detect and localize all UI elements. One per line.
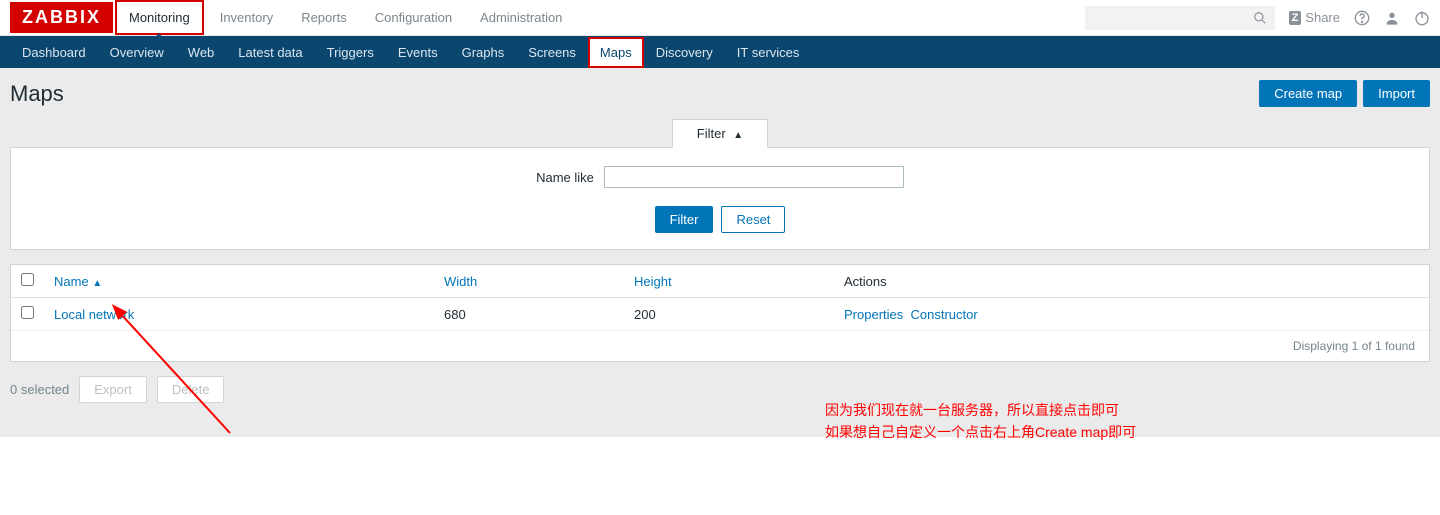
annotation-text: 因为我们现在就一台服务器，所以直接点击即可 如果想自己自定义一个点击右上角Cre…: [825, 399, 1136, 443]
create-map-button[interactable]: Create map: [1259, 80, 1357, 107]
subnav-web[interactable]: Web: [176, 37, 227, 68]
filter-name-input[interactable]: [604, 166, 904, 188]
maps-table: Name ▲ Width Height Actions Local networ…: [10, 264, 1430, 362]
help-icon[interactable]: [1354, 10, 1370, 26]
subnav-triggers[interactable]: Triggers: [315, 37, 386, 68]
export-button: Export: [79, 376, 147, 403]
properties-link[interactable]: Properties: [844, 307, 903, 322]
table-footer: Displaying 1 of 1 found: [11, 331, 1429, 361]
filter-collapse-icon: ▲: [733, 130, 743, 141]
col-width-header[interactable]: Width: [444, 274, 477, 289]
import-button[interactable]: Import: [1363, 80, 1430, 107]
filter-body: Name like Filter Reset: [10, 147, 1430, 250]
map-width: 680: [434, 298, 624, 331]
subnav-it-services[interactable]: IT services: [725, 37, 812, 68]
search-input[interactable]: [1085, 6, 1275, 30]
filter-tab[interactable]: Filter ▲: [672, 119, 768, 148]
delete-button: Delete: [157, 376, 225, 403]
page-title: Maps: [10, 81, 64, 107]
col-height-header[interactable]: Height: [634, 274, 672, 289]
table-header-row: Name ▲ Width Height Actions: [11, 265, 1429, 298]
bulk-actions: 0 selected Export Delete: [10, 362, 1430, 417]
map-height: 200: [624, 298, 834, 331]
top-right: ZShare: [1085, 6, 1440, 30]
constructor-link[interactable]: Constructor: [910, 307, 977, 322]
subnav-screens[interactable]: Screens: [516, 37, 588, 68]
page-header: Maps Create map Import: [0, 68, 1440, 119]
select-all-checkbox[interactable]: [21, 273, 34, 286]
topnav-inventory[interactable]: Inventory: [206, 0, 287, 35]
filter-name-label: Name like: [536, 170, 594, 185]
user-icon[interactable]: [1384, 10, 1400, 26]
subnav-maps[interactable]: Maps: [588, 37, 644, 68]
subnav-discovery[interactable]: Discovery: [644, 37, 725, 68]
top-nav-items: Monitoring Inventory Reports Configurati…: [113, 0, 576, 35]
top-nav: ZABBIX Monitoring Inventory Reports Conf…: [0, 0, 1440, 36]
col-actions-header: Actions: [844, 274, 887, 289]
reset-button[interactable]: Reset: [721, 206, 785, 233]
subnav-dashboard[interactable]: Dashboard: [10, 37, 98, 68]
logo: ZABBIX: [10, 2, 113, 33]
share-link[interactable]: ZShare: [1289, 10, 1340, 25]
selected-count: 0 selected: [10, 382, 69, 397]
row-checkbox[interactable]: [21, 306, 34, 319]
subnav-events[interactable]: Events: [386, 37, 450, 68]
col-name-header[interactable]: Name ▲: [54, 274, 102, 289]
filter-panel: Filter ▲ Name like Filter Reset: [10, 119, 1430, 250]
filter-tab-label: Filter: [697, 126, 726, 141]
table-row: Local network 680 200 Properties Constru…: [11, 298, 1429, 331]
subnav-graphs[interactable]: Graphs: [450, 37, 517, 68]
map-name-link[interactable]: Local network: [54, 307, 134, 322]
sub-nav: Dashboard Overview Web Latest data Trigg…: [0, 36, 1440, 68]
topnav-monitoring[interactable]: Monitoring: [115, 0, 204, 35]
logout-icon[interactable]: [1414, 10, 1430, 26]
sort-asc-icon: ▲: [92, 278, 102, 289]
subnav-overview[interactable]: Overview: [98, 37, 176, 68]
topnav-reports[interactable]: Reports: [287, 0, 361, 35]
content: Filter ▲ Name like Filter Reset Name ▲ W…: [0, 119, 1440, 437]
page-actions: Create map Import: [1259, 80, 1430, 107]
topnav-configuration[interactable]: Configuration: [361, 0, 466, 35]
topnav-administration[interactable]: Administration: [466, 0, 576, 35]
filter-button[interactable]: Filter: [655, 206, 714, 233]
search-icon: [1253, 11, 1267, 25]
subnav-latest-data[interactable]: Latest data: [226, 37, 314, 68]
